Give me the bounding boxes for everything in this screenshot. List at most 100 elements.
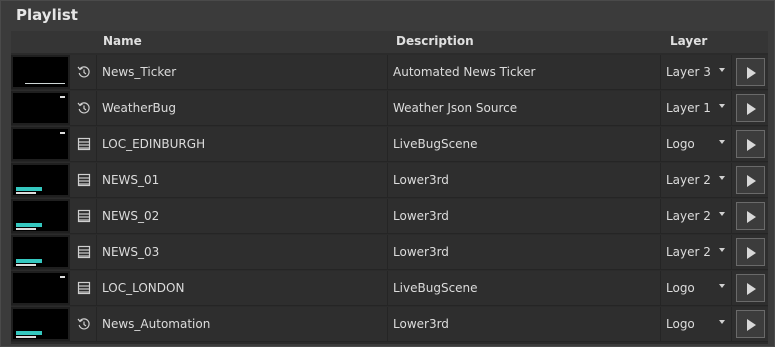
play-cell [733, 91, 768, 125]
item-description: Lower3rd [393, 209, 449, 223]
name-cell[interactable]: WeatherBug [98, 91, 388, 125]
layer-value: Logo [666, 137, 695, 151]
item-description: LiveBugScene [393, 137, 478, 151]
table-row[interactable]: News_Automation Lower3rd Logo [11, 307, 768, 342]
table-row[interactable]: News_Ticker Automated News Ticker Layer 3 [11, 55, 768, 90]
description-cell[interactable]: LiveBugScene [389, 127, 661, 161]
play-icon [747, 103, 756, 115]
chevron-down-icon[interactable] [719, 176, 725, 180]
chevron-down-icon[interactable] [719, 248, 725, 252]
play-icon [747, 283, 756, 295]
thumbnail-bug [13, 93, 68, 123]
description-cell[interactable]: Lower3rd [389, 235, 661, 269]
play-cell [733, 235, 768, 269]
play-icon [747, 247, 756, 259]
play-icon [747, 319, 756, 331]
row-type-cell [71, 199, 97, 233]
description-cell[interactable]: Lower3rd [389, 307, 661, 341]
play-button[interactable] [736, 274, 765, 302]
description-cell[interactable]: Automated News Ticker [389, 55, 661, 89]
panel-title: Playlist [16, 6, 78, 24]
row-type-cell [71, 91, 97, 125]
item-description: Lower3rd [393, 317, 449, 331]
description-cell[interactable]: Lower3rd [389, 199, 661, 233]
thumbnail-lower-third [13, 309, 68, 339]
item-name: NEWS_02 [102, 209, 160, 223]
play-button[interactable] [736, 58, 765, 86]
play-icon [747, 67, 756, 79]
play-button[interactable] [736, 94, 765, 122]
item-name: LOC_LONDON [102, 281, 185, 295]
item-name: WeatherBug [102, 101, 176, 115]
column-header-name[interactable]: Name [103, 34, 142, 48]
table-row[interactable]: NEWS_01 Lower3rd Layer 2 [11, 163, 768, 198]
thumbnail-lower-third [13, 165, 68, 195]
play-cell [733, 307, 768, 341]
play-button[interactable] [736, 130, 765, 158]
description-cell[interactable]: LiveBugScene [389, 271, 661, 305]
name-cell[interactable]: NEWS_01 [98, 163, 388, 197]
layer-select[interactable]: Layer 2 [662, 235, 732, 269]
item-description: Weather Json Source [393, 101, 518, 115]
row-type-cell [71, 271, 97, 305]
chevron-down-icon[interactable] [719, 320, 725, 324]
row-type-cell [71, 307, 97, 341]
layer-select[interactable]: Layer 2 [662, 163, 732, 197]
column-header-layer[interactable]: Layer [670, 34, 707, 48]
item-name: LOC_EDINBURGH [102, 137, 206, 151]
description-cell[interactable]: Lower3rd [389, 163, 661, 197]
table-row[interactable]: LOC_EDINBURGH LiveBugScene Logo [11, 127, 768, 162]
thumbnail-cell [11, 163, 70, 197]
layer-select[interactable]: Logo [662, 271, 732, 305]
column-header-description[interactable]: Description [396, 34, 474, 48]
description-cell[interactable]: Weather Json Source [389, 91, 661, 125]
name-cell[interactable]: LOC_EDINBURGH [98, 127, 388, 161]
table-row[interactable]: WeatherBug Weather Json Source Layer 1 [11, 91, 768, 126]
thumbnail-cell [11, 199, 70, 233]
thumbnail-lower-third [13, 201, 68, 231]
play-cell [733, 271, 768, 305]
play-icon [747, 139, 756, 151]
thumbnail-bug [13, 273, 68, 303]
play-button[interactable] [736, 202, 765, 230]
name-cell[interactable]: NEWS_02 [98, 199, 388, 233]
thumbnail-cell [11, 307, 70, 341]
name-cell[interactable]: News_Ticker [98, 55, 388, 89]
chevron-down-icon[interactable] [719, 68, 725, 72]
name-cell[interactable]: News_Automation [98, 307, 388, 341]
table-row[interactable]: NEWS_03 Lower3rd Layer 2 [11, 235, 768, 270]
layer-select[interactable]: Logo [662, 127, 732, 161]
playlist-table: Name Description Layer News_Ticker Automa… [11, 31, 768, 344]
play-icon [747, 211, 756, 223]
table-row[interactable]: LOC_LONDON LiveBugScene Logo [11, 271, 768, 306]
chevron-down-icon[interactable] [719, 104, 725, 108]
layer-value: Layer 1 [666, 101, 711, 115]
name-cell[interactable]: NEWS_03 [98, 235, 388, 269]
thumbnail-bug [13, 129, 68, 159]
layer-value: Layer 2 [666, 245, 711, 259]
play-button[interactable] [736, 238, 765, 266]
chevron-down-icon[interactable] [719, 212, 725, 216]
layer-select[interactable]: Layer 3 [662, 55, 732, 89]
item-name: News_Ticker [102, 65, 177, 79]
thumbnail-cell [11, 127, 70, 161]
row-type-cell [71, 127, 97, 161]
table-row[interactable]: NEWS_02 Lower3rd Layer 2 [11, 199, 768, 234]
row-type-cell [71, 235, 97, 269]
item-description: Lower3rd [393, 173, 449, 187]
layer-select[interactable]: Logo [662, 307, 732, 341]
chevron-down-icon[interactable] [719, 140, 725, 144]
name-cell[interactable]: LOC_LONDON [98, 271, 388, 305]
item-description: Lower3rd [393, 245, 449, 259]
thumbnail-lower-third [13, 237, 68, 267]
play-button[interactable] [736, 166, 765, 194]
layer-value: Logo [666, 281, 695, 295]
play-cell [733, 199, 768, 233]
play-button[interactable] [736, 310, 765, 338]
layer-select[interactable]: Layer 2 [662, 199, 732, 233]
item-description: LiveBugScene [393, 281, 478, 295]
item-name: NEWS_01 [102, 173, 160, 187]
chevron-down-icon[interactable] [719, 284, 725, 288]
layer-select[interactable]: Layer 1 [662, 91, 732, 125]
layer-value: Layer 3 [666, 65, 711, 79]
